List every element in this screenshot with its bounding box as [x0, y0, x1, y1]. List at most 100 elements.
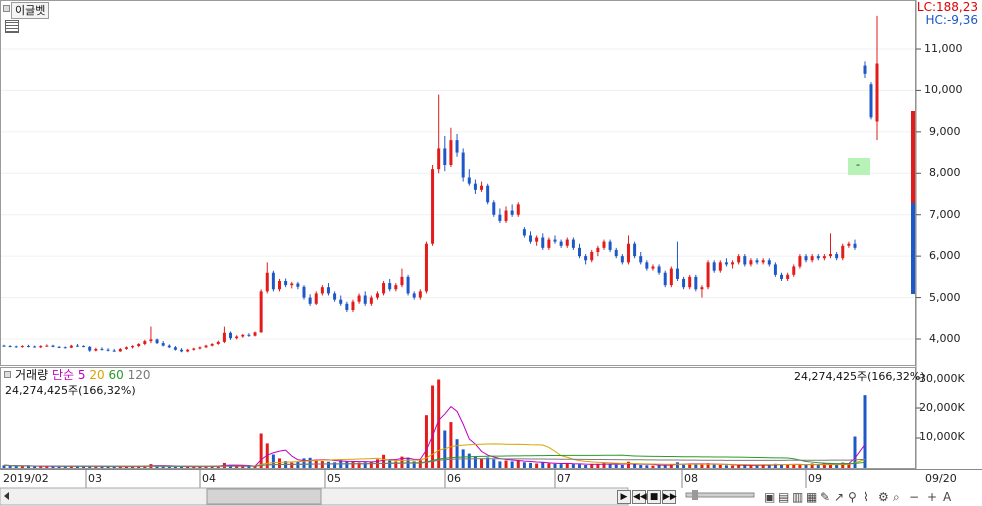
volume-bar — [547, 463, 551, 468]
settings-icon[interactable]: ⚙ — [878, 490, 889, 504]
candle-body — [577, 247, 581, 257]
candle-body — [131, 346, 135, 348]
fast-forward-icon[interactable]: ▶▶ — [662, 490, 677, 504]
zoom-out-icon[interactable]: − — [909, 490, 919, 504]
candle-body — [443, 148, 447, 165]
volume-bar — [786, 464, 790, 468]
candle-body — [2, 345, 6, 347]
candle-body — [314, 293, 318, 304]
chart-type-icon[interactable]: ⌇ — [863, 490, 869, 504]
volume-value-right: 24,274,425주(166,32%) — [794, 370, 925, 383]
candle-body — [804, 256, 808, 261]
candle-body — [271, 272, 275, 290]
candle-body — [394, 285, 398, 290]
month-label: 06 — [447, 472, 461, 485]
candle-body — [375, 293, 379, 298]
magnifier-icon[interactable]: ⌕ — [893, 490, 900, 504]
volume-bar — [296, 462, 300, 468]
candle-body — [863, 65, 867, 74]
candle-body — [106, 349, 110, 351]
candle-body — [14, 346, 18, 348]
volume-bar — [657, 465, 661, 468]
candle-body — [82, 346, 86, 348]
tools-icon[interactable]: ✎ — [820, 490, 830, 504]
scrollbar-thumb[interactable] — [206, 488, 322, 505]
candle-body — [63, 347, 67, 349]
compare-icon[interactable]: ▥ — [792, 490, 803, 504]
candle-body — [369, 297, 373, 304]
volume-bar — [504, 460, 508, 468]
rewind-icon[interactable]: ◀◀ — [632, 490, 647, 504]
candle-body — [173, 347, 177, 350]
candle-body — [112, 350, 116, 352]
volume-label: 거래량 — [15, 368, 49, 382]
volume-bar — [863, 395, 867, 468]
volume-bar — [455, 439, 459, 468]
volume-legend: 거래량 단순 5 20 60 120 — [15, 368, 150, 382]
candle-body — [302, 286, 306, 298]
candle-body — [363, 295, 367, 304]
candle-body — [51, 345, 55, 347]
volume-bar — [351, 461, 355, 468]
draw-icon[interactable]: ⚲ — [848, 490, 857, 504]
candle-body — [535, 237, 539, 242]
candle-body — [308, 297, 312, 304]
candle-body — [216, 341, 220, 344]
candle-body — [388, 283, 392, 290]
zoom-slider-handle[interactable] — [692, 490, 698, 500]
candle-body — [100, 348, 104, 350]
ma20-label: 20 — [89, 368, 105, 382]
candle-body — [682, 278, 686, 288]
candle-body — [437, 148, 441, 170]
volume-bar — [559, 464, 563, 468]
candle-body — [161, 343, 165, 346]
candle-body — [455, 140, 459, 153]
volume-bar — [724, 465, 728, 468]
price-tick: 4,000 — [929, 332, 961, 345]
ma-type-label: 단순 — [51, 368, 75, 382]
play-forward-icon[interactable]: ▶ — [617, 490, 631, 504]
volume-bar — [308, 457, 312, 468]
split-icon[interactable]: ▦ — [806, 490, 817, 504]
trend-icon[interactable]: ↗ — [834, 490, 844, 504]
window-icon[interactable]: ▤ — [778, 490, 789, 504]
candle-body — [773, 264, 777, 275]
candle-body — [688, 276, 692, 288]
zoom-in-icon[interactable]: + — [927, 490, 937, 504]
month-label: 03 — [88, 472, 102, 485]
candle-body — [473, 183, 477, 190]
candle-body — [8, 346, 12, 348]
layout-icon[interactable]: ▣ — [764, 490, 775, 504]
candle-body — [504, 210, 508, 221]
candle-body — [816, 256, 820, 259]
candle-body — [143, 341, 147, 344]
candle-body — [167, 345, 171, 348]
volume-panel-icon[interactable] — [4, 371, 11, 378]
candle-body — [247, 334, 251, 336]
candle-body — [357, 295, 361, 302]
volume-bar — [694, 464, 698, 468]
stop-icon[interactable]: ■ — [647, 490, 661, 504]
candle-body — [792, 266, 796, 275]
candle-body — [835, 254, 839, 259]
candle-body — [333, 293, 337, 300]
candle-body — [694, 276, 698, 290]
candle-body — [88, 346, 92, 351]
candle-body — [510, 210, 514, 215]
text-size-icon[interactable]: A — [943, 490, 951, 504]
volume-bar — [498, 461, 502, 468]
volume-ma20-line — [3, 443, 866, 467]
price-panel-frame — [0, 0, 916, 366]
ma5-label: 5 — [77, 368, 86, 382]
volume-bar — [382, 454, 386, 468]
candle-body — [241, 334, 245, 337]
volume-bar — [467, 453, 471, 468]
candle-body — [522, 229, 526, 236]
candle-body — [424, 243, 428, 292]
volume-bar — [541, 462, 545, 468]
candle-body — [278, 281, 282, 290]
volume-bar — [431, 385, 435, 468]
candle-body — [620, 256, 624, 263]
candle-body — [26, 346, 30, 348]
candle-body — [602, 241, 606, 248]
